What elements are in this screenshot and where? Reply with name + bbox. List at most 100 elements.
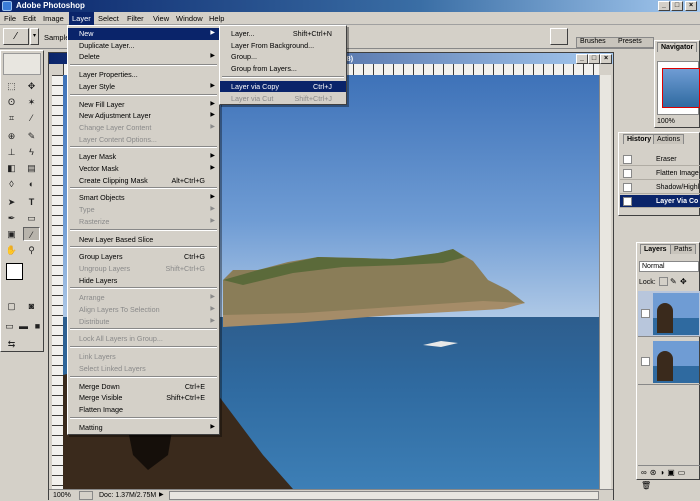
navigator-zoom[interactable]: 100% (657, 118, 675, 125)
layer_menu-item[interactable]: Layer Style ▶ (68, 81, 219, 93)
marquee-tool-icon[interactable]: ⬚ (3, 79, 20, 93)
standard-mode-icon[interactable]: ▢ (3, 299, 20, 313)
menu-filter[interactable]: Filter (124, 12, 147, 25)
imageready-icon[interactable]: ⇆ (3, 337, 20, 351)
dodge-tool-icon[interactable]: ◐ (23, 177, 40, 191)
gradient-tool-icon[interactable]: ▤ (23, 161, 40, 175)
zoom-level[interactable]: 100% (53, 490, 71, 501)
lock-transparency-icon[interactable] (659, 277, 668, 286)
quick-mask-icon[interactable]: ◙ (23, 299, 40, 313)
menu-help[interactable]: Help (206, 12, 227, 25)
vertical-scrollbar[interactable] (599, 75, 611, 489)
zoom-box[interactable] (79, 491, 93, 500)
layer-row-copy[interactable] (638, 291, 700, 337)
history-state-active[interactable]: Layer Via Co (620, 195, 700, 208)
layer_menu-item[interactable]: New Adjustment Layer ▶ (68, 110, 219, 122)
new_submenu-item[interactable]: Group from Layers... (220, 63, 346, 75)
menu-select[interactable]: Select (95, 12, 122, 25)
status-menu-arrow-icon[interactable]: ▶ (159, 490, 164, 501)
photoshop-feather-logo[interactable] (3, 53, 41, 75)
blend-mode-select[interactable]: Normal (639, 261, 699, 272)
menu-edit[interactable]: Edit (20, 12, 39, 25)
menu-layer[interactable]: Layer (69, 12, 94, 25)
layer_menu-item[interactable]: Vector Mask ▶ (68, 163, 219, 175)
tab-navigator[interactable]: Navigator (657, 42, 698, 52)
doc-close-button[interactable]: × (600, 54, 612, 64)
move-tool-icon[interactable]: ✥ (23, 79, 40, 93)
navigator-view-box[interactable] (662, 68, 700, 108)
maximize-button[interactable]: □ (671, 1, 683, 11)
pen-tool-icon[interactable]: ✒ (3, 211, 20, 225)
slice-tool-icon[interactable]: ⁄ (23, 111, 40, 125)
lasso-tool-icon[interactable]: ʘ (3, 95, 20, 109)
brush-tool-icon[interactable]: ✎ (23, 129, 40, 143)
tab-brushes[interactable]: Brushes (580, 38, 606, 45)
navigator-thumbnail[interactable] (657, 61, 700, 115)
blur-tool-icon[interactable]: ◊ (3, 177, 20, 191)
eyedropper-tool-icon[interactable]: ⁄ (23, 227, 40, 241)
layer_menu-item[interactable]: Duplicate Layer... (68, 40, 219, 52)
layer_menu-item[interactable]: New Layer Based Slice (68, 234, 219, 246)
layer_menu-item[interactable]: Hide Layers (68, 275, 219, 287)
shape-tool-icon[interactable]: ▭ (23, 211, 40, 225)
type-tool-icon[interactable]: T (23, 195, 40, 209)
healing-brush-tool-icon[interactable]: ⊕ (3, 129, 20, 143)
layer_menu-item[interactable]: Create Clipping Mask Alt+Ctrl+G (68, 175, 219, 187)
history-state[interactable]: Shadow/Highl (620, 181, 700, 194)
chevron-down-icon[interactable]: ▾ (30, 28, 39, 45)
notes-tool-icon[interactable]: ▣ (3, 227, 20, 241)
eyedropper-preset-button[interactable]: ⁄ (3, 28, 29, 45)
eraser-tool-icon[interactable]: ◧ (3, 161, 20, 175)
tab-layers[interactable]: Layers (640, 244, 671, 254)
visibility-eye-icon[interactable] (641, 357, 650, 366)
doc-minimize-button[interactable]: _ (576, 54, 588, 64)
new_submenu-item[interactable]: Layer via Copy Ctrl+J (220, 80, 346, 93)
palette-well-icon[interactable] (550, 28, 568, 45)
screen-mode-full-icon[interactable]: ■ (29, 319, 46, 333)
tab-paths[interactable]: Paths (670, 244, 696, 254)
layer_menu-item: Type ▶ (68, 204, 219, 216)
layer_menu-item[interactable]: Flatten Image (68, 404, 219, 416)
layer_menu-item[interactable]: New Fill Layer ▶ (68, 99, 219, 111)
menu-view[interactable]: View (150, 12, 172, 25)
hand-tool-icon[interactable]: ✋ (3, 243, 20, 257)
layer_menu-item[interactable]: New ▶ (68, 28, 219, 40)
layer_menu-item[interactable]: Merge Down Ctrl+E (68, 381, 219, 393)
layer_menu-item[interactable]: Group Layers Ctrl+G (68, 251, 219, 263)
minimize-button[interactable]: _ (658, 1, 670, 11)
layers-footer-buttons[interactable]: ∞⊛◑▣▭🗑 (638, 465, 700, 490)
history-state[interactable]: Eraser (620, 153, 700, 166)
tab-presets[interactable]: Presets (618, 38, 642, 45)
path-selection-tool-icon[interactable]: ➤ (3, 195, 20, 209)
menu-item-label: Merge Down (79, 381, 120, 391)
layer_menu-item[interactable]: Smart Objects ▶ (68, 192, 219, 204)
menu-file[interactable]: File (1, 12, 19, 25)
horizontal-scrollbar[interactable] (169, 491, 599, 500)
doc-maximize-button[interactable]: □ (588, 54, 600, 64)
history-brush-tool-icon[interactable]: ϟ (23, 145, 40, 159)
tab-actions[interactable]: Actions (653, 134, 684, 144)
magic-wand-tool-icon[interactable]: ✶ (23, 95, 40, 109)
layer-row-background[interactable] (638, 339, 700, 385)
zoom-tool-icon[interactable]: ⚲ (23, 243, 40, 257)
history-state[interactable]: Flatten Image (620, 167, 700, 180)
menu-image[interactable]: Image (40, 12, 67, 25)
crop-tool-icon[interactable]: ⌗ (3, 111, 20, 125)
submenu-arrow-icon: ▶ (210, 317, 215, 324)
close-button[interactable]: × (685, 1, 697, 11)
tab-history[interactable]: History (623, 134, 656, 144)
visibility-eye-icon[interactable] (641, 309, 650, 318)
layer_menu-item[interactable]: Matting ▶ (68, 422, 219, 434)
layer_menu-item[interactable]: Delete ▶ (68, 51, 219, 63)
clone-stamp-tool-icon[interactable]: ⊥ (3, 145, 20, 159)
lock-move-icon[interactable]: ✥ (680, 277, 687, 286)
new_submenu-item[interactable]: Group... (220, 51, 346, 63)
menu-window[interactable]: Window (173, 12, 206, 25)
new_submenu-item[interactable]: Layer... Shift+Ctrl+N (220, 28, 346, 40)
lock-brush-icon[interactable]: ✎ (670, 277, 677, 286)
layer_menu-item[interactable]: Merge Visible Shift+Ctrl+E (68, 392, 219, 404)
new_submenu-item[interactable]: Layer From Background... (220, 40, 346, 52)
layer_menu-item[interactable]: Layer Properties... (68, 69, 219, 81)
layer_menu-item[interactable]: Layer Mask ▶ (68, 151, 219, 163)
foreground-color-swatch[interactable] (6, 263, 23, 280)
